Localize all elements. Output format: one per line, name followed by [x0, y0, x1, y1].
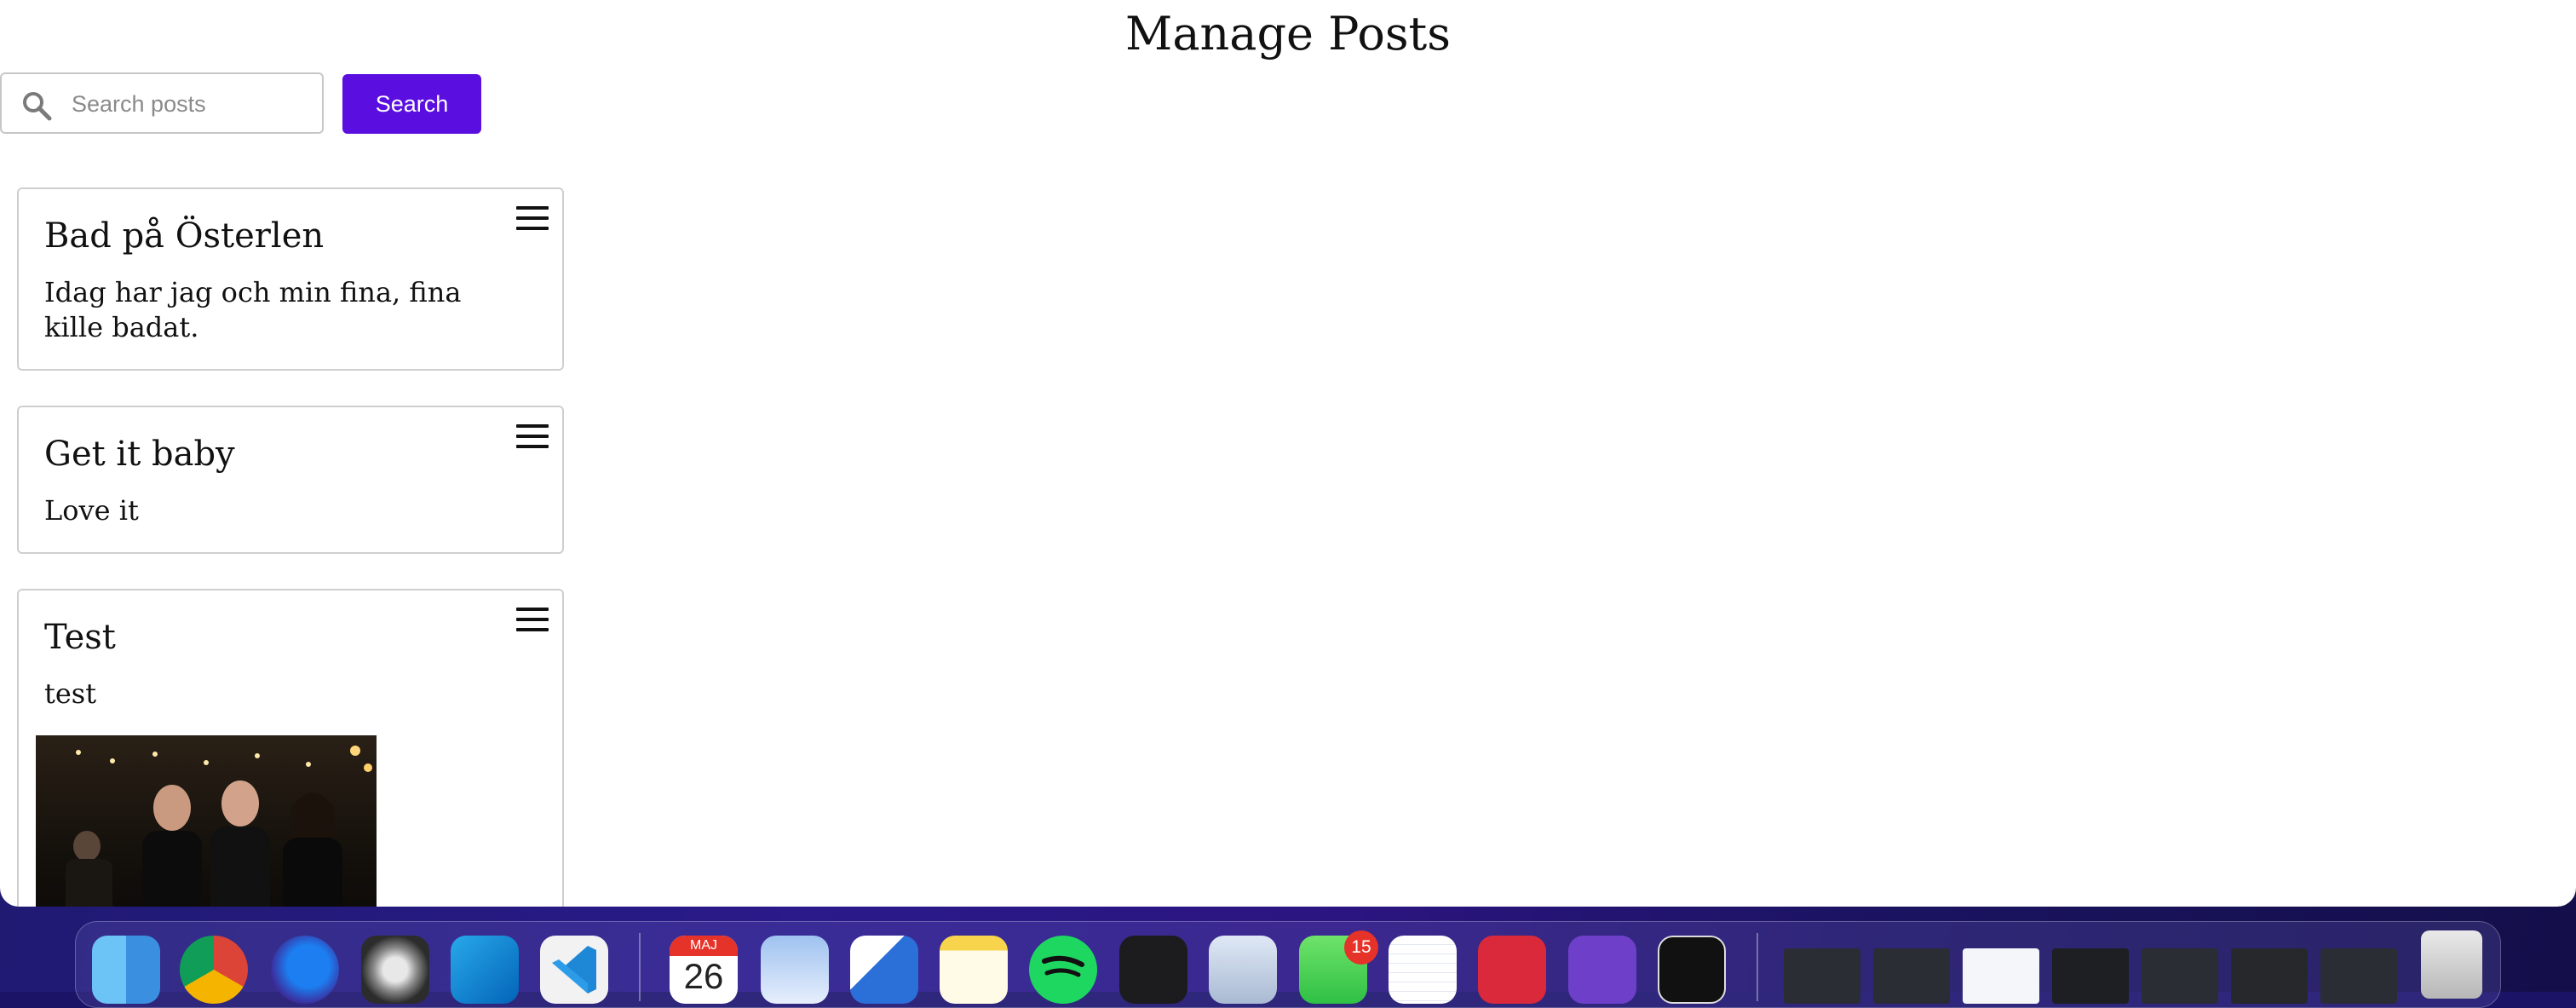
search-input[interactable]: [70, 74, 320, 134]
minimized-window-thumbnail[interactable]: [1873, 948, 1950, 1004]
page-title: Manage Posts: [1125, 7, 1451, 60]
minimized-window-thumbnail[interactable]: [2231, 948, 2308, 1004]
expressvpn-icon[interactable]: [1478, 936, 1546, 1004]
github-desktop-icon[interactable]: [1568, 936, 1636, 1004]
chrome-icon[interactable]: [180, 936, 248, 1004]
spotify-icon[interactable]: [1029, 936, 1097, 1004]
post-body: Idag har jag och min fina, fina kille ba…: [44, 276, 462, 343]
notes-icon[interactable]: [940, 936, 1008, 1004]
dock: [75, 921, 2501, 1008]
vscode-icon[interactable]: [540, 936, 608, 1004]
calendar-icon[interactable]: MAJ 26: [670, 936, 738, 1004]
search-box[interactable]: [0, 72, 324, 134]
post-body: test: [44, 677, 97, 710]
disk-utility-icon[interactable]: [1209, 936, 1277, 1004]
finder-icon[interactable]: [92, 936, 160, 1004]
post-title: Bad på Österlen: [44, 216, 325, 256]
post-card: Get it baby Love it: [17, 406, 564, 554]
trash-icon[interactable]: [2421, 930, 2482, 999]
word-icon[interactable]: [850, 936, 918, 1004]
post-body: Love it: [44, 494, 139, 527]
browser-window: Manage Posts Search Bad på Österlen Idag…: [0, 0, 2576, 907]
search-icon: [23, 92, 52, 121]
post-image: [36, 735, 377, 907]
textedit-icon[interactable]: [1389, 936, 1457, 1004]
minimized-window-thumbnail[interactable]: [1784, 948, 1860, 1004]
post-card: Test test: [17, 589, 564, 907]
minimized-window-thumbnail[interactable]: [1963, 948, 2039, 1004]
terminal-icon[interactable]: [1658, 936, 1726, 1004]
appletv-icon[interactable]: [1119, 936, 1187, 1004]
post-menu-icon[interactable]: [516, 424, 549, 448]
post-menu-icon[interactable]: [516, 608, 549, 631]
outlook-icon[interactable]: [451, 936, 519, 1004]
preview-icon[interactable]: [761, 936, 829, 1004]
compressor-icon[interactable]: [361, 936, 429, 1004]
calendar-month: MAJ: [670, 936, 738, 956]
calendar-day: 26: [683, 956, 724, 996]
messages-badge: 15: [1344, 930, 1378, 965]
minimized-window-thumbnail[interactable]: [2142, 948, 2218, 1004]
post-title: Get it baby: [44, 435, 235, 474]
search-button[interactable]: Search: [342, 74, 481, 134]
minimized-window-thumbnail[interactable]: [2052, 948, 2129, 1004]
dock-separator: [639, 933, 641, 1001]
post-menu-icon[interactable]: [516, 206, 549, 230]
post-card: Bad på Österlen Idag har jag och min fin…: [17, 187, 564, 371]
post-title: Test: [44, 618, 116, 657]
dock-separator: [1757, 933, 1758, 1001]
minimized-window-thumbnail[interactable]: [2320, 948, 2397, 1004]
firefox-icon[interactable]: [271, 936, 339, 1004]
